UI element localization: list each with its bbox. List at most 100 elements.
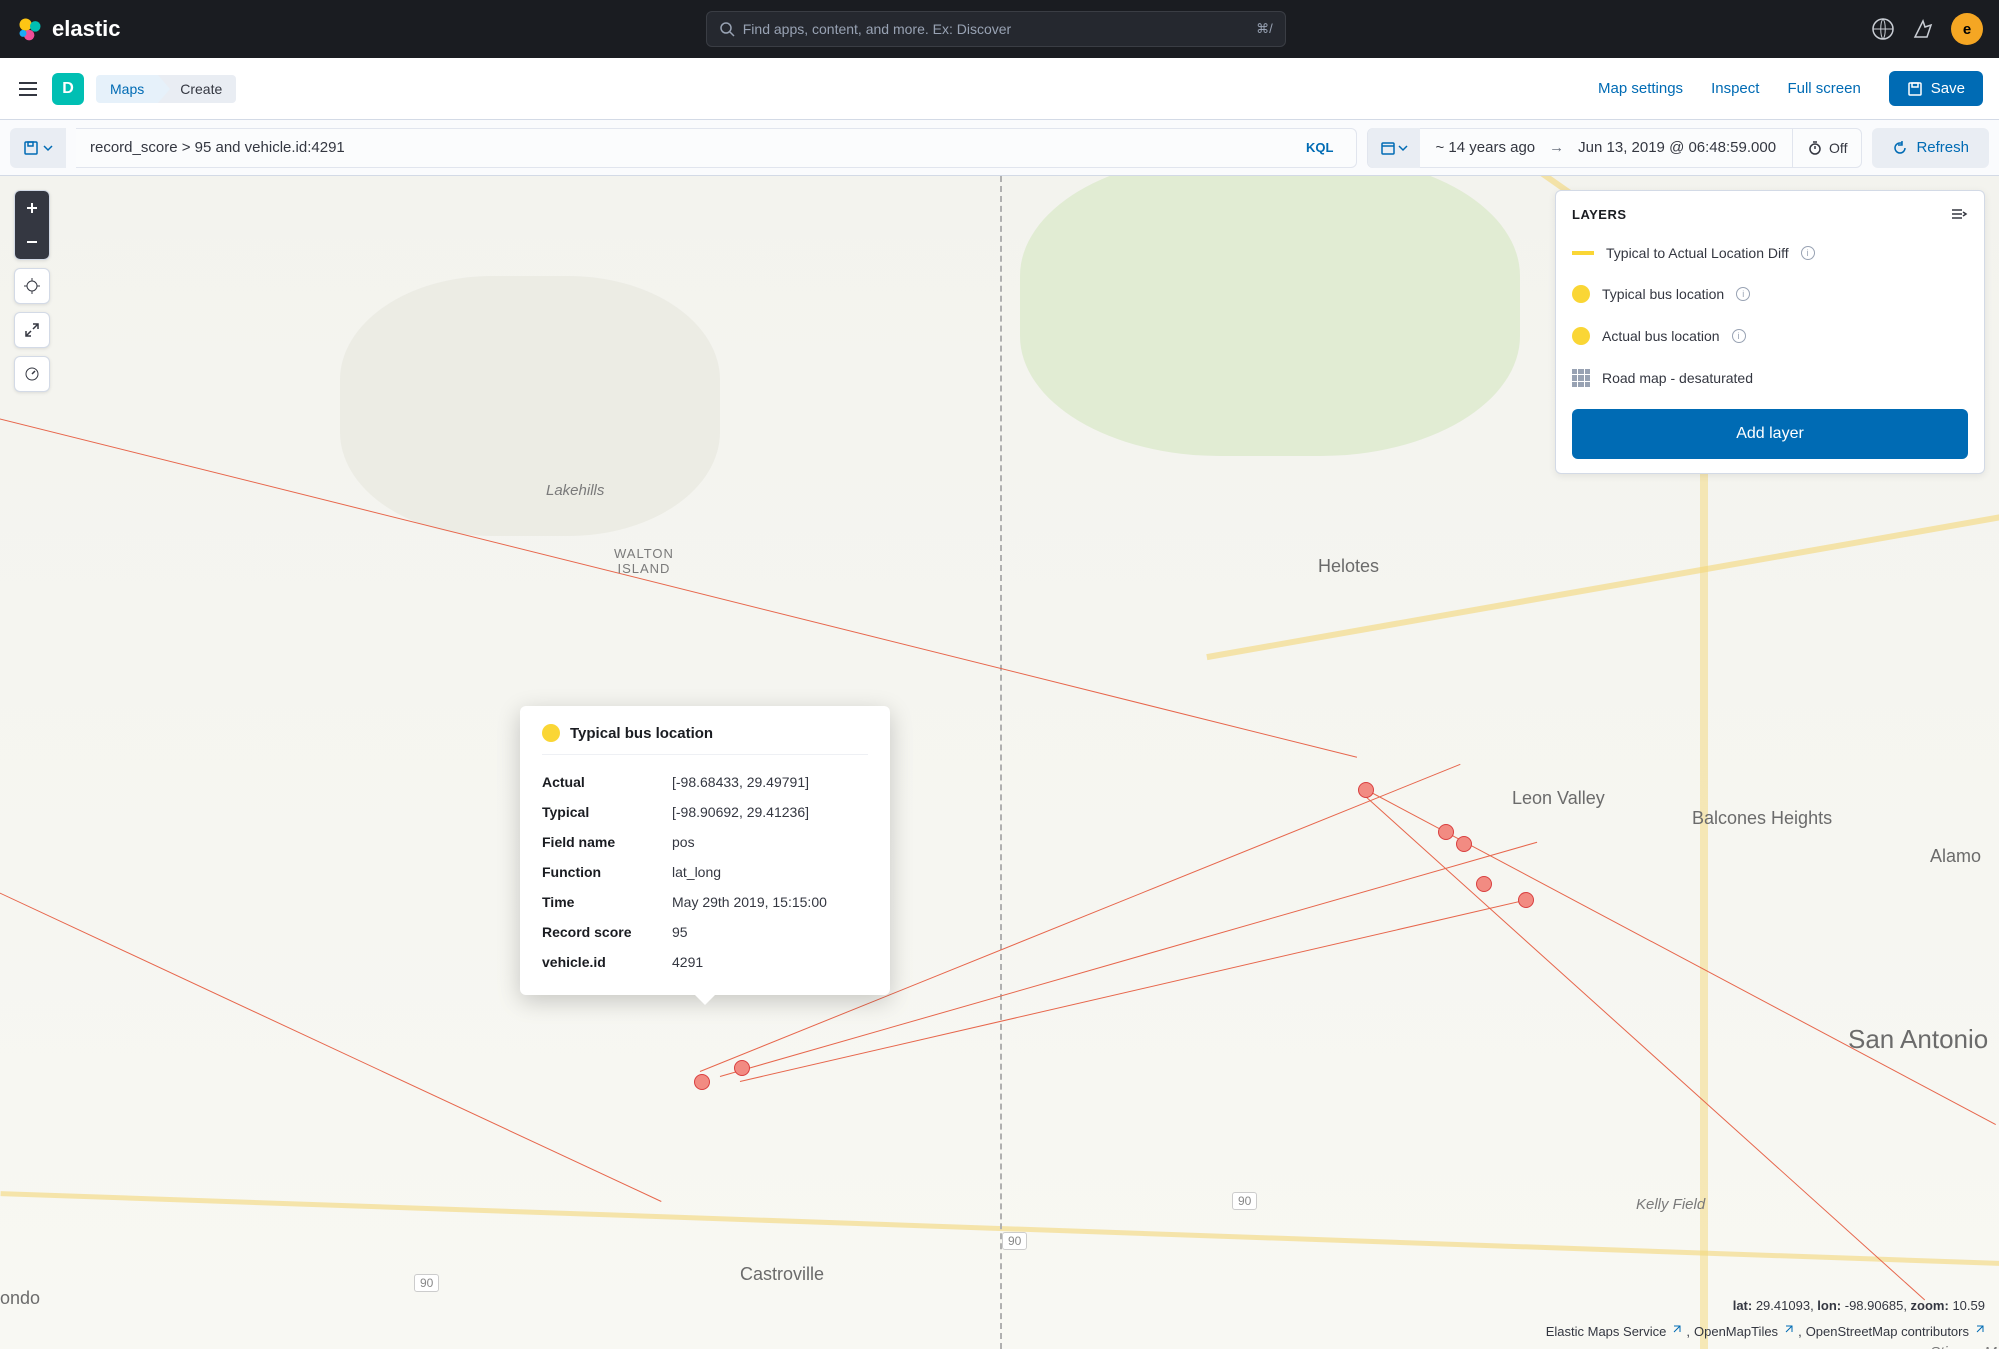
tooltip-title: Typical bus location: [570, 725, 713, 742]
attrib-ems[interactable]: Elastic Maps Service: [1546, 1324, 1667, 1339]
query-bar: record_score > 95 and vehicle.id:4291 KQ…: [0, 120, 1999, 176]
tools-control: [14, 356, 50, 392]
map-label: Stinson M Airp: [1930, 1344, 1997, 1349]
auto-refresh-toggle[interactable]: Off: [1792, 128, 1861, 168]
saved-queries-button[interactable]: [10, 128, 66, 168]
zoom-control: [14, 190, 50, 260]
inspect-link[interactable]: Inspect: [1711, 80, 1759, 97]
map-city-label: Alamo: [1930, 846, 1981, 867]
tooltip-row: Field namepos: [542, 827, 868, 857]
fit-control: [14, 268, 50, 304]
cheer-icon[interactable]: [1911, 17, 1935, 41]
minus-icon: [25, 235, 39, 249]
full-screen-link[interactable]: Full screen: [1787, 80, 1860, 97]
header-right: e: [1871, 13, 1983, 45]
crosshair-icon: [24, 278, 40, 294]
map-marker[interactable]: [1456, 836, 1472, 852]
expand-icon: [24, 322, 40, 338]
date-start: ~ 14 years ago: [1436, 139, 1536, 156]
brand-name: elastic: [52, 16, 121, 42]
add-layer-button[interactable]: Add layer: [1572, 409, 1968, 459]
save-icon: [1907, 81, 1923, 97]
map-marker[interactable]: [1518, 892, 1534, 908]
attrib-osm[interactable]: OpenStreetMap contributors: [1806, 1324, 1969, 1339]
global-header: elastic Find apps, content, and more. Ex…: [0, 0, 1999, 58]
date-end: Jun 13, 2019 @ 06:48:59.000: [1578, 139, 1776, 156]
tools-button[interactable]: [15, 357, 49, 391]
save-button[interactable]: Save: [1889, 71, 1983, 106]
info-icon[interactable]: i: [1801, 246, 1815, 260]
route-shield: 90: [1232, 1192, 1257, 1210]
map-city-label: Castroville: [740, 1264, 824, 1285]
breadcrumb-maps[interactable]: Maps: [96, 75, 158, 103]
map-marker[interactable]: [1358, 782, 1374, 798]
layer-color-swatch: [542, 724, 560, 742]
map-marker[interactable]: [734, 1060, 750, 1076]
date-quick-button[interactable]: [1368, 128, 1420, 168]
external-link-icon: [1670, 1324, 1682, 1336]
map-label: Kelly Field: [1636, 1196, 1705, 1213]
map-settings-link[interactable]: Map settings: [1598, 80, 1683, 97]
info-icon[interactable]: i: [1736, 287, 1750, 301]
date-range-display[interactable]: ~ 14 years ago → Jun 13, 2019 @ 06:48:59…: [1420, 139, 1793, 156]
fit-data-button[interactable]: [15, 269, 49, 303]
tooltip-row: Record score95: [542, 917, 868, 947]
query-lang-badge[interactable]: KQL: [1298, 136, 1341, 159]
timer-icon: [1807, 140, 1823, 156]
space-selector[interactable]: D: [52, 73, 84, 105]
expand-button[interactable]: [15, 313, 49, 347]
layer-item-basemap[interactable]: Road map - desaturated: [1572, 357, 1968, 399]
layer-item-typical[interactable]: Typical bus location i: [1572, 273, 1968, 315]
layer-swatch: [1572, 369, 1590, 387]
search-placeholder: Find apps, content, and more. Ex: Discov…: [743, 21, 1011, 37]
layer-item-diff[interactable]: Typical to Actual Location Diff i: [1572, 233, 1968, 273]
route-shield: 90: [414, 1274, 439, 1292]
app-toolbar: D Maps Create Map settings Inspect Full …: [0, 58, 1999, 120]
layers-panel: LAYERS Typical to Actual Location Diff i…: [1555, 190, 1985, 474]
wrench-icon: [24, 366, 40, 382]
map-marker[interactable]: [1438, 824, 1454, 840]
layers-title: LAYERS: [1572, 207, 1627, 222]
layer-swatch: [1572, 327, 1590, 345]
map-label: Lakehills: [546, 482, 604, 499]
tooltip-row: vehicle.id4291: [542, 947, 868, 977]
map-attribution: Elastic Maps Service , OpenMapTiles , Op…: [1546, 1324, 1985, 1339]
map-city-label: Balcones Heights: [1692, 808, 1832, 829]
map-marker[interactable]: [1476, 876, 1492, 892]
info-icon[interactable]: i: [1732, 329, 1746, 343]
collapse-icon[interactable]: [1950, 205, 1968, 223]
user-avatar[interactable]: e: [1951, 13, 1983, 45]
date-picker: ~ 14 years ago → Jun 13, 2019 @ 06:48:59…: [1367, 128, 1863, 168]
expand-control: [14, 312, 50, 348]
map-marker[interactable]: [694, 1074, 710, 1090]
tooltip-row: Typical[-98.90692, 29.41236]: [542, 797, 868, 827]
brand-logo[interactable]: elastic: [16, 15, 121, 43]
plus-icon: [25, 201, 39, 215]
nav-toggle-icon[interactable]: [16, 77, 40, 101]
query-input[interactable]: record_score > 95 and vehicle.id:4291 KQ…: [76, 128, 1357, 168]
calendar-icon: [1380, 140, 1396, 156]
elastic-logo-icon: [16, 15, 44, 43]
zoom-in-button[interactable]: [15, 191, 49, 225]
global-search-input[interactable]: Find apps, content, and more. Ex: Discov…: [706, 11, 1286, 47]
map-coordinates: lat: 29.41093, lon: -98.90685, zoom: 10.…: [1733, 1298, 1985, 1313]
map-water: [340, 276, 720, 536]
refresh-button[interactable]: Refresh: [1872, 128, 1989, 168]
search-icon: [719, 21, 735, 37]
layer-swatch: [1572, 285, 1590, 303]
disk-icon: [23, 140, 39, 156]
layer-swatch: [1572, 251, 1594, 255]
attrib-omt[interactable]: OpenMapTiles: [1694, 1324, 1778, 1339]
zoom-out-button[interactable]: [15, 225, 49, 259]
map-city-label: Helotes: [1318, 556, 1379, 577]
map-canvas[interactable]: Lakehills WALTON ISLAND Helotes Leon Val…: [0, 176, 1999, 1349]
feature-tooltip: Typical bus location Actual[-98.68433, 2…: [520, 706, 890, 995]
newsfeed-icon[interactable]: [1871, 17, 1895, 41]
layer-item-actual[interactable]: Actual bus location i: [1572, 315, 1968, 357]
tooltip-arrow: [695, 995, 715, 1005]
map-greenspace: [1020, 176, 1520, 456]
tooltip-row: TimeMay 29th 2019, 15:15:00: [542, 887, 868, 917]
breadcrumb: Maps Create: [96, 75, 236, 103]
arrow-right-icon: →: [1549, 139, 1564, 156]
admin-boundary: [1000, 176, 1002, 1349]
